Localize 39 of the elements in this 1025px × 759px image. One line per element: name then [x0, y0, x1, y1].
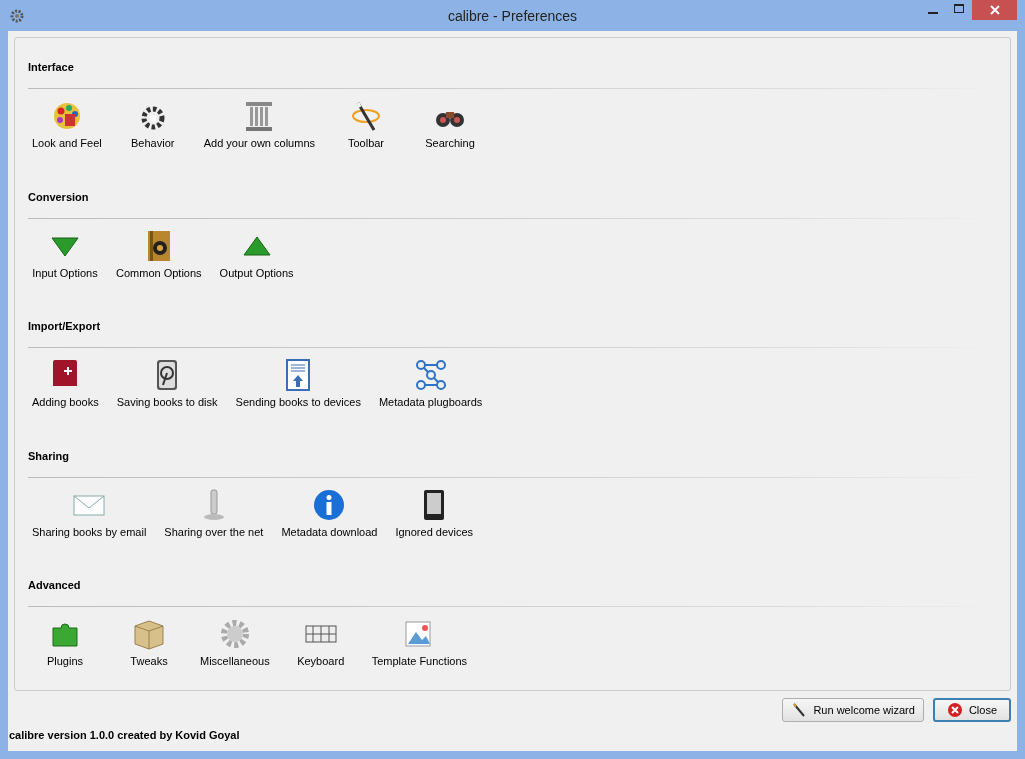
- window-title: calibre - Preferences: [446, 7, 579, 24]
- preference-item[interactable]: Metadata download: [281, 525, 378, 538]
- preference-item[interactable]: Add your own columns: [203, 137, 315, 149]
- status-text: calibre version 1.0.0 created by Kovid Goyal: [9, 729, 241, 741]
- preference-item[interactable]: Look and Feel: [32, 137, 102, 149]
- section-heading: Sharing: [28, 449, 70, 464]
- close-button[interactable]: Close: [932, 698, 1011, 722]
- preference-item[interactable]: Saving books to disk: [116, 396, 218, 408]
- close-window-button[interactable]: [972, 0, 1017, 20]
- preference-item[interactable]: Template Functions: [371, 655, 468, 667]
- close-icon: [988, 4, 1001, 16]
- preference-item[interactable]: Searching: [425, 137, 475, 149]
- section-heading: Interface: [28, 61, 75, 75]
- preference-item[interactable]: Sharing over the net: [164, 525, 264, 538]
- preference-item[interactable]: Ignored devices: [395, 525, 474, 538]
- wand-icon[interactable]: [350, 100, 382, 132]
- preference-item[interactable]: Keyboard: [297, 655, 345, 667]
- preference-item[interactable]: Toolbar: [347, 137, 385, 149]
- wizard-button[interactable]: Run welcome wizard: [782, 698, 924, 722]
- preference-item[interactable]: Common Options: [116, 266, 202, 279]
- box-icon[interactable]: [133, 618, 165, 650]
- preference-item[interactable]: Tweaks: [130, 655, 168, 667]
- close-icon: [946, 702, 963, 718]
- info-icon[interactable]: [313, 488, 346, 521]
- preference-item[interactable]: Adding books: [32, 396, 99, 408]
- preference-item[interactable]: Plugins: [46, 655, 84, 667]
- preference-item[interactable]: Sharing books by email: [32, 525, 147, 538]
- section-heading: Import/Export: [28, 320, 102, 334]
- wand-icon: [791, 702, 808, 718]
- preference-item[interactable]: Behavior: [131, 137, 175, 149]
- section-heading: Advanced: [28, 579, 82, 593]
- preference-item[interactable]: Sending books to devices: [235, 396, 361, 408]
- section-heading: Conversion: [28, 190, 90, 205]
- preference-item[interactable]: Miscellaneous: [200, 655, 270, 667]
- preference-item[interactable]: Output Options: [219, 266, 294, 279]
- gear-icon: [9, 7, 25, 24]
- nodes-icon[interactable]: [414, 359, 447, 391]
- preference-item[interactable]: Input Options: [32, 266, 98, 279]
- preference-item[interactable]: Metadata plugboards: [378, 396, 483, 408]
